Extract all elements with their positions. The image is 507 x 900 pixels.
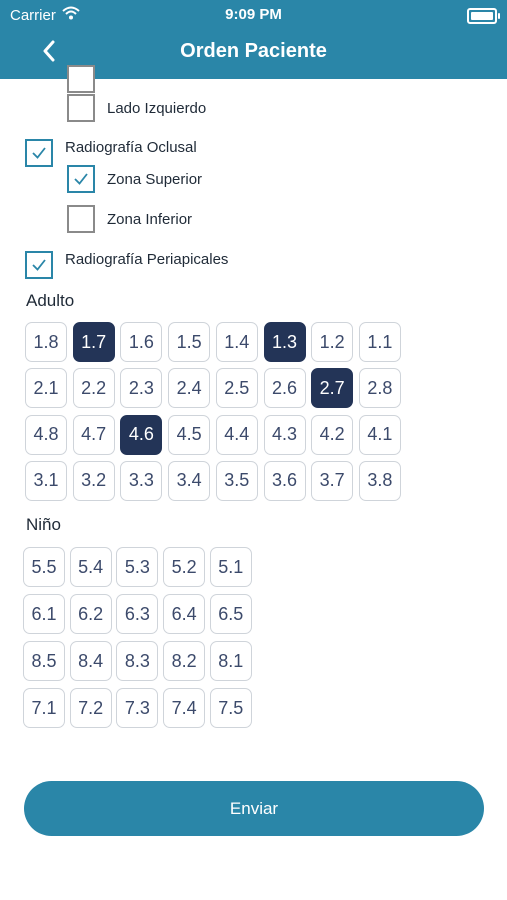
tooth-button[interactable]: 5.4 — [69, 547, 112, 587]
tooth-button[interactable]: 6.2 — [69, 594, 112, 634]
tooth-button[interactable]: 4.6 — [120, 414, 163, 455]
checkbox-row[interactable]: Radiografía Periapicales — [25, 251, 228, 279]
tooth-button[interactable]: 8.5 — [23, 641, 65, 681]
tooth-button[interactable]: 2.7 — [311, 368, 354, 409]
checkbox-row[interactable]: Zona Inferior — [67, 205, 192, 233]
tooth-button[interactable]: 4.8 — [25, 414, 67, 455]
tooth-button[interactable]: 3.6 — [263, 460, 306, 501]
battery-icon — [467, 8, 500, 24]
tooth-button[interactable]: 5.3 — [116, 547, 159, 587]
checkbox-label: Lado Izquierdo — [107, 99, 207, 117]
tooth-button[interactable]: 2.5 — [215, 368, 258, 409]
checkbox-label: Radiografía Periapicales — [65, 251, 229, 268]
check-icon — [32, 147, 46, 159]
checkbox-label: Zona Superior — [107, 170, 203, 188]
tooth-button[interactable]: 1.2 — [311, 322, 354, 362]
tooth-button[interactable]: 3.5 — [215, 460, 258, 501]
tooth-button[interactable]: 1.7 — [72, 322, 115, 362]
tooth-button[interactable]: 8.2 — [163, 641, 206, 681]
checkbox-label: Zona Inferior — [107, 210, 193, 228]
order-form: Lado Izquierdo Radiografía Oclusal Zona Su… — [0, 65, 507, 900]
tooth-button[interactable]: 1.1 — [358, 322, 401, 362]
check-icon — [32, 259, 46, 271]
tooth-button[interactable]: 6.5 — [209, 594, 252, 634]
check-icon — [74, 173, 88, 185]
checkbox-row[interactable]: Zona Superior — [67, 165, 202, 193]
tooth-button[interactable]: 4.5 — [168, 414, 211, 455]
checkbox[interactable] — [67, 65, 95, 93]
tooth-button[interactable]: 5.1 — [209, 547, 252, 587]
tooth-button[interactable]: 3.2 — [72, 460, 115, 501]
send-button[interactable]: Enviar — [24, 781, 484, 836]
tooth-button[interactable]: 1.5 — [168, 322, 211, 362]
tooth-button[interactable]: 4.7 — [72, 414, 115, 455]
tooth-button[interactable]: 3.1 — [25, 460, 67, 501]
checkbox[interactable] — [25, 251, 53, 279]
tooth-button[interactable]: 2.3 — [120, 368, 163, 409]
tooth-button[interactable]: 7.3 — [116, 688, 159, 728]
tooth-button[interactable]: 8.1 — [209, 641, 252, 681]
status-bar: Carrier 9:09 PM — [0, 0, 507, 30]
tooth-button[interactable]: 1.3 — [263, 322, 306, 362]
tooth-button[interactable]: 8.4 — [69, 641, 112, 681]
checkbox[interactable] — [25, 139, 53, 167]
tooth-button[interactable]: 5.2 — [163, 547, 206, 587]
tooth-button[interactable]: 3.4 — [168, 460, 211, 501]
checkbox-row[interactable] — [67, 65, 95, 93]
tooth-button[interactable]: 4.3 — [263, 414, 306, 455]
checkbox[interactable] — [67, 94, 95, 122]
clock: 9:09 PM — [225, 6, 282, 23]
tooth-button[interactable]: 2.8 — [358, 368, 401, 409]
checkbox-label: Radiografía Oclusal — [65, 139, 197, 156]
nino-heading: Niño — [26, 515, 61, 534]
tooth-button[interactable]: 4.4 — [215, 414, 258, 455]
tooth-button[interactable]: 5.5 — [23, 547, 65, 587]
tooth-button[interactable]: 1.8 — [25, 322, 67, 362]
checkbox-row[interactable]: Lado Izquierdo — [67, 94, 206, 122]
tooth-button[interactable]: 2.1 — [25, 368, 67, 409]
tooth-button[interactable]: 2.2 — [72, 368, 115, 409]
page-title: Orden Paciente — [180, 40, 327, 62]
tooth-button[interactable]: 7.2 — [69, 688, 112, 728]
checkbox[interactable] — [67, 205, 95, 233]
adulto-heading: Adulto — [26, 291, 75, 310]
checkbox[interactable] — [67, 165, 95, 193]
tooth-button[interactable]: 3.7 — [311, 460, 354, 501]
tooth-button[interactable]: 3.8 — [358, 460, 401, 501]
tooth-button[interactable]: 7.4 — [163, 688, 206, 728]
tooth-button[interactable]: 2.4 — [168, 368, 211, 409]
tooth-button[interactable]: 4.2 — [311, 414, 354, 455]
tooth-button[interactable]: 6.3 — [116, 594, 159, 634]
tooth-button[interactable]: 3.3 — [120, 460, 163, 501]
tooth-button[interactable]: 7.1 — [23, 688, 65, 728]
tooth-button[interactable]: 1.6 — [120, 322, 163, 362]
tooth-button[interactable]: 6.1 — [23, 594, 65, 634]
tooth-button[interactable]: 2.6 — [263, 368, 306, 409]
tooth-button[interactable]: 6.4 — [163, 594, 206, 634]
tooth-button[interactable]: 4.1 — [358, 414, 401, 455]
tooth-button[interactable]: 8.3 — [116, 641, 159, 681]
send-button-label: Enviar — [229, 798, 279, 818]
tooth-button[interactable]: 1.4 — [215, 322, 258, 362]
tooth-button[interactable]: 7.5 — [209, 688, 252, 728]
checkbox-row[interactable]: Radiografía Oclusal — [25, 139, 197, 167]
